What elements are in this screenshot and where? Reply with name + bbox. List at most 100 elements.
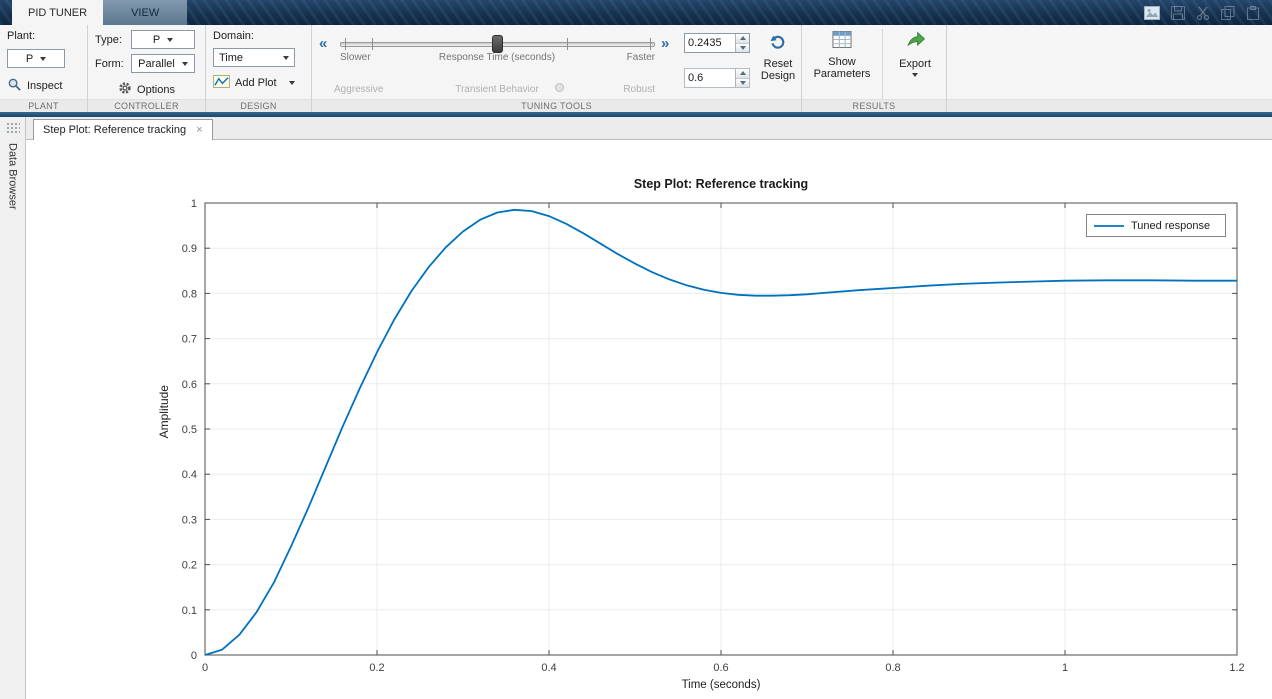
svg-text:0.5: 0.5 xyxy=(182,424,197,436)
data-browser-panel[interactable]: Data Browser xyxy=(0,117,26,699)
form-dropdown[interactable]: Parallel xyxy=(131,54,195,73)
chevron-down-icon xyxy=(167,37,174,42)
ribbon-tab-bar: PID TUNER VIEW xyxy=(0,0,1272,25)
quick-access-toolbar xyxy=(1144,0,1272,25)
svg-text:1.2: 1.2 xyxy=(1229,662,1244,674)
export-button[interactable]: Export xyxy=(888,31,942,78)
gear-icon xyxy=(118,81,132,98)
plant-dropdown[interactable]: P xyxy=(7,49,65,68)
slider-tick xyxy=(650,38,651,50)
ribbon: Plant: P Inspect PLANT Type: P Form: Par… xyxy=(0,25,1272,121)
tab-step-plot[interactable]: Step Plot: Reference tracking × xyxy=(33,119,213,140)
controller-section: Type: P Form: Parallel Options CONTROLLE… xyxy=(88,25,206,112)
response-time-field xyxy=(684,33,750,53)
legend: Tuned response xyxy=(1086,214,1226,237)
reset-design-button[interactable]: Reset Design xyxy=(757,32,799,83)
tuning-tools-section: « Slower Response Time (seconds) Faster … xyxy=(312,25,802,112)
export-icon xyxy=(905,31,926,53)
data-browser-label: Data Browser xyxy=(6,143,19,210)
chevron-down-icon xyxy=(283,55,289,60)
response-time-input[interactable] xyxy=(685,34,735,52)
results-section: Show Parameters Export RESULTS xyxy=(802,25,947,121)
add-plot-icon xyxy=(213,75,230,91)
svg-text:0.2: 0.2 xyxy=(369,662,384,674)
results-section-label: RESULTS xyxy=(802,99,946,112)
y-axis-label: Amplitude xyxy=(157,385,171,439)
svg-text:0.9: 0.9 xyxy=(182,243,197,255)
copy-icon[interactable] xyxy=(1221,5,1235,20)
spinner-down-icon[interactable] xyxy=(736,77,749,87)
form-label: Form: xyxy=(95,57,124,70)
svg-text:0.8: 0.8 xyxy=(182,288,197,300)
plant-section: Plant: P Inspect PLANT xyxy=(0,25,88,112)
undo-icon xyxy=(769,35,788,53)
type-dropdown-value: P xyxy=(152,33,161,46)
plot-tab-bar: Step Plot: Reference tracking × xyxy=(26,117,1272,140)
transient-behavior-label: Transient Behavior xyxy=(455,84,539,95)
svg-text:1: 1 xyxy=(191,198,197,210)
plot-tab-label: Step Plot: Reference tracking xyxy=(43,124,187,136)
ribbon-filler xyxy=(947,25,1272,112)
response-time-slider-handle[interactable] xyxy=(492,35,503,53)
type-label: Type: xyxy=(95,33,122,46)
svg-text:0.2: 0.2 xyxy=(182,560,197,572)
ribbon-filler-footer xyxy=(947,99,1272,112)
add-plot-label: Add Plot xyxy=(235,77,277,89)
slider-tick xyxy=(372,38,373,50)
save-icon[interactable] xyxy=(1171,5,1185,20)
svg-text:0.7: 0.7 xyxy=(182,334,197,346)
svg-text:0.8: 0.8 xyxy=(885,662,900,674)
slower-label: Slower xyxy=(340,52,371,63)
export-label: Export xyxy=(899,57,931,70)
tab-pid-tuner[interactable]: PID TUNER xyxy=(12,0,104,25)
svg-text:0: 0 xyxy=(202,662,208,674)
transient-field xyxy=(684,68,750,88)
snapshot-icon[interactable] xyxy=(1144,5,1160,20)
magnifier-icon xyxy=(7,77,22,95)
svg-text:0.4: 0.4 xyxy=(182,469,197,481)
spinner-up-icon[interactable] xyxy=(736,34,749,43)
type-dropdown[interactable]: P xyxy=(131,30,195,49)
legend-swatch xyxy=(1094,224,1124,227)
legend-label: Tuned response xyxy=(1131,219,1211,232)
svg-text:1: 1 xyxy=(1062,662,1068,674)
transient-slider-handle xyxy=(555,83,564,92)
chevron-down-icon xyxy=(912,73,918,78)
pid-tuner-window: PID TUNER VIEW Plant: P Inspect PLANT Ty… xyxy=(0,0,1272,699)
svg-text:0.3: 0.3 xyxy=(182,514,197,526)
options-label: Options xyxy=(137,83,175,96)
cut-icon[interactable] xyxy=(1196,6,1210,20)
domain-dropdown[interactable]: Time xyxy=(213,48,295,67)
design-section: Domain: Time Add Plot DESIGN xyxy=(206,25,312,112)
aggressive-label: Aggressive xyxy=(334,84,384,95)
svg-text:0.4: 0.4 xyxy=(541,662,556,674)
spinner-down-icon[interactable] xyxy=(736,42,749,52)
close-icon[interactable]: × xyxy=(196,124,202,136)
slider-tick xyxy=(345,38,346,50)
domain-label: Domain: xyxy=(213,30,254,42)
show-parameters-label: Show Parameters xyxy=(813,55,871,81)
svg-text:0.1: 0.1 xyxy=(182,605,197,617)
slider-tick xyxy=(567,38,568,50)
plant-section-label: PLANT xyxy=(0,99,87,112)
add-plot-button[interactable]: Add Plot xyxy=(213,75,295,91)
table-icon xyxy=(832,31,852,51)
tab-view[interactable]: VIEW xyxy=(103,0,188,25)
reset-design-label: Reset Design xyxy=(760,57,796,83)
panel-grip-icon[interactable] xyxy=(5,122,20,133)
chevron-down-icon xyxy=(40,56,47,61)
transient-input[interactable] xyxy=(685,69,735,87)
spinner-up-icon[interactable] xyxy=(736,69,749,78)
options-button[interactable]: Options xyxy=(118,81,175,98)
chevron-left-icon[interactable]: « xyxy=(319,36,327,51)
transient-spinner xyxy=(735,69,749,87)
faster-label: Faster xyxy=(626,52,655,63)
svg-text:0.6: 0.6 xyxy=(182,379,197,391)
show-parameters-button[interactable]: Show Parameters xyxy=(808,31,876,81)
paste-icon[interactable] xyxy=(1246,5,1260,20)
form-row: Form: Parallel xyxy=(95,54,198,73)
form-dropdown-value: Parallel xyxy=(138,57,175,70)
chevron-right-icon[interactable]: » xyxy=(661,36,669,51)
inspect-button[interactable]: Inspect xyxy=(7,77,62,95)
chevron-down-icon xyxy=(288,81,295,85)
